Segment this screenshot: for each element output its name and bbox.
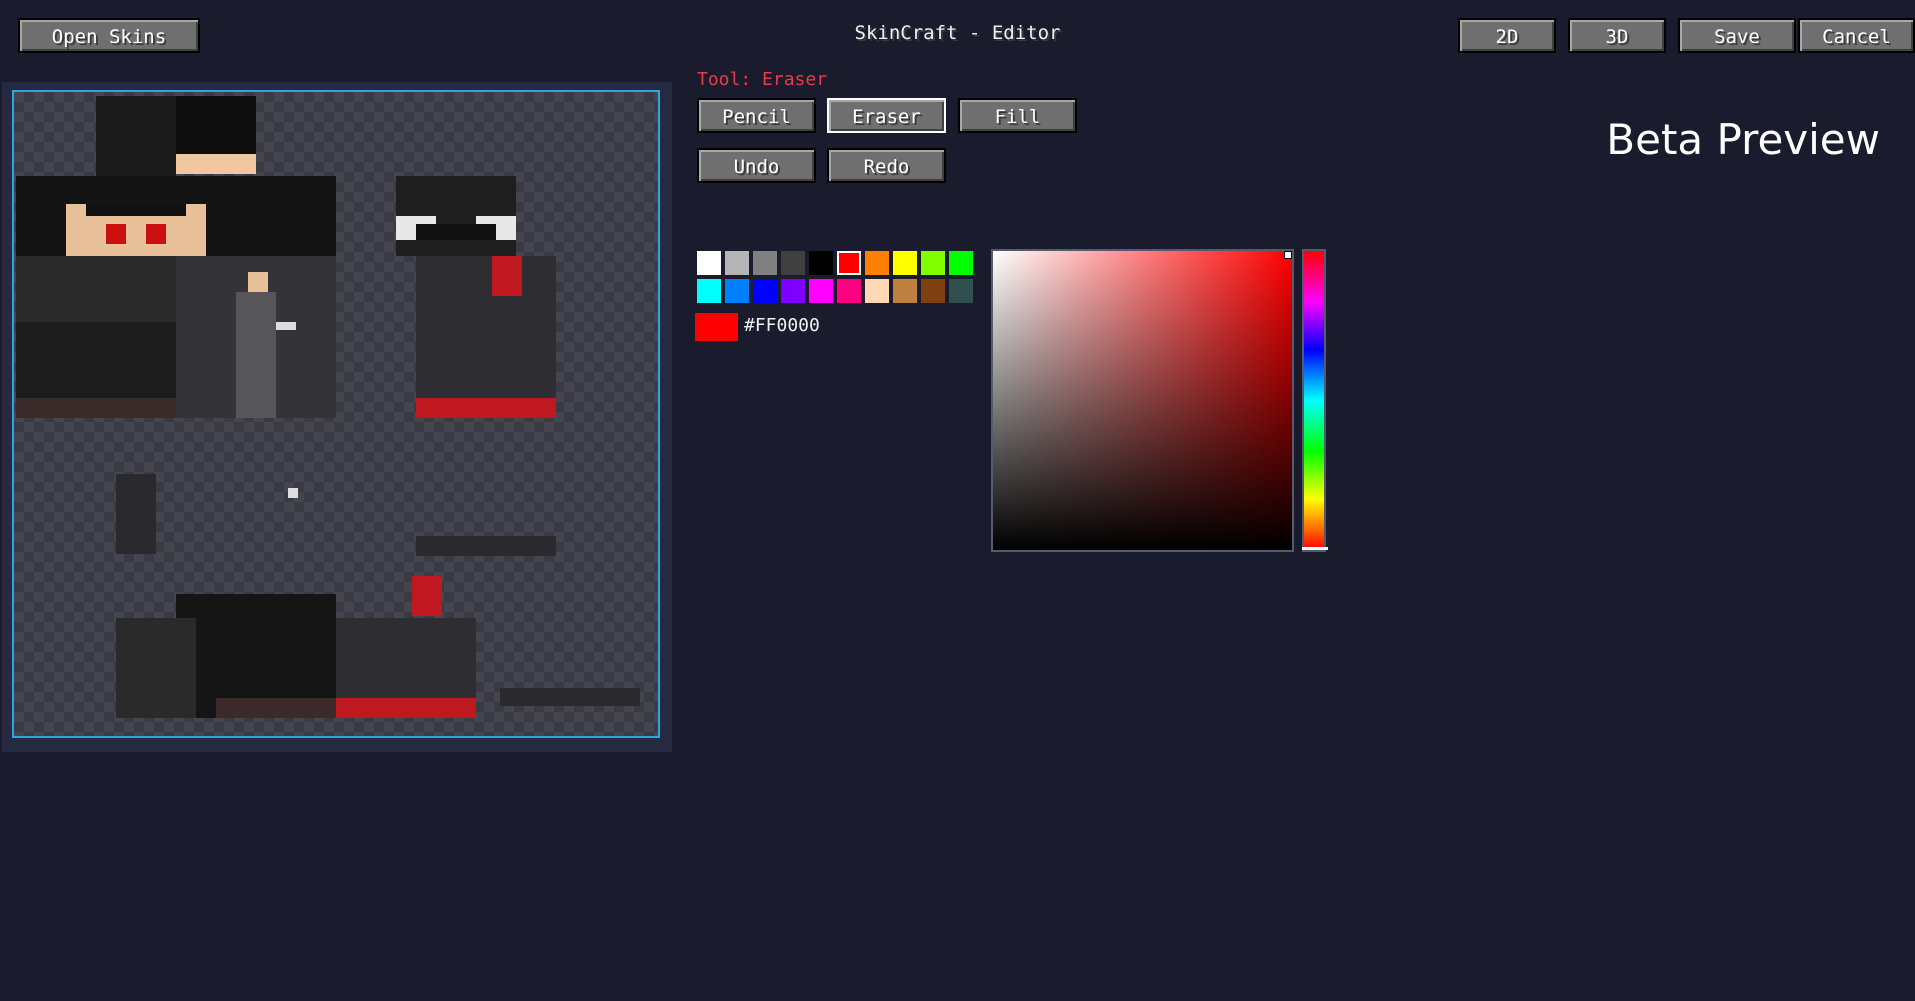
skin-arm-right-red: [492, 256, 522, 296]
skin-face-skin-strip: [176, 154, 256, 174]
picker-handle[interactable]: [1284, 251, 1292, 259]
skin-jacket-pixel: [288, 488, 298, 498]
skin-mask-bridge: [416, 224, 496, 240]
skin-head-top: [96, 96, 176, 176]
palette-swatch[interactable]: [865, 251, 889, 275]
skin-torso-neck: [248, 272, 268, 292]
pencil-button[interactable]: Pencil: [697, 98, 816, 133]
palette-swatch[interactable]: [725, 279, 749, 303]
hue-slider-handle[interactable]: [1302, 547, 1328, 550]
cancel-button[interactable]: Cancel: [1798, 18, 1915, 53]
palette-swatch[interactable]: [753, 279, 777, 303]
view-2d-button[interactable]: 2D: [1458, 18, 1556, 53]
current-color-hex: #FF0000: [744, 315, 820, 336]
palette-swatch[interactable]: [809, 279, 833, 303]
beta-preview-label: Beta Preview: [1606, 115, 1880, 164]
saturation-value-picker[interactable]: [991, 249, 1294, 552]
skin-eye-left: [106, 224, 126, 244]
palette-swatch[interactable]: [725, 251, 749, 275]
hue-slider[interactable]: [1302, 249, 1328, 552]
redo-button[interactable]: Redo: [827, 148, 946, 183]
skin-leg-left-upper: [116, 618, 196, 718]
palette-swatch[interactable]: [837, 251, 861, 275]
save-button[interactable]: Save: [1678, 18, 1796, 53]
skin-leg-right-boot: [16, 398, 176, 418]
palette-swatch[interactable]: [697, 279, 721, 303]
palette-swatch[interactable]: [893, 279, 917, 303]
skin-jacket-left-stripe: [116, 474, 156, 554]
skin-arm-left-red: [412, 576, 442, 616]
skin-leg-right-dark: [16, 322, 176, 402]
palette-swatch[interactable]: [865, 279, 889, 303]
skin-arm-right: [416, 256, 556, 418]
palette-swatch[interactable]: [893, 251, 917, 275]
palette-swatch[interactable]: [781, 279, 805, 303]
fill-button[interactable]: Fill: [958, 98, 1077, 133]
palette-swatch[interactable]: [949, 279, 973, 303]
palette-swatch[interactable]: [921, 251, 945, 275]
current-tool-label: Tool: Eraser: [697, 69, 828, 90]
skin-hair-fringe: [86, 204, 186, 216]
current-color-swatch: [695, 313, 738, 341]
palette-swatch[interactable]: [697, 251, 721, 275]
skin-editor-screen: Open Skins SkinCraft - Editor 2D 3D Save…: [0, 0, 1915, 1001]
canvas-panel: [2, 82, 672, 752]
skin-arm-left-cuff: [336, 698, 476, 718]
eraser-button[interactable]: Eraser: [827, 98, 946, 133]
palette-swatch[interactable]: [949, 251, 973, 275]
skin-eye-right: [146, 224, 166, 244]
skin-head-top-hat: [176, 96, 256, 156]
palette-swatch[interactable]: [837, 279, 861, 303]
skin-bottom-bar: [500, 688, 640, 706]
skin-arm-right-cuff: [416, 398, 556, 418]
palette-swatch[interactable]: [809, 251, 833, 275]
skin-boot-left: [216, 698, 336, 718]
palette-swatch[interactable]: [921, 279, 945, 303]
skin-canvas[interactable]: [12, 90, 660, 738]
undo-button[interactable]: Undo: [697, 148, 816, 183]
skin-jacket-bar: [416, 536, 556, 556]
skin-torso-zip: [236, 292, 276, 418]
palette-swatch[interactable]: [753, 251, 777, 275]
palette-swatch[interactable]: [781, 251, 805, 275]
skin-torso-pixel: [276, 322, 296, 330]
view-3d-button[interactable]: 3D: [1568, 18, 1666, 53]
